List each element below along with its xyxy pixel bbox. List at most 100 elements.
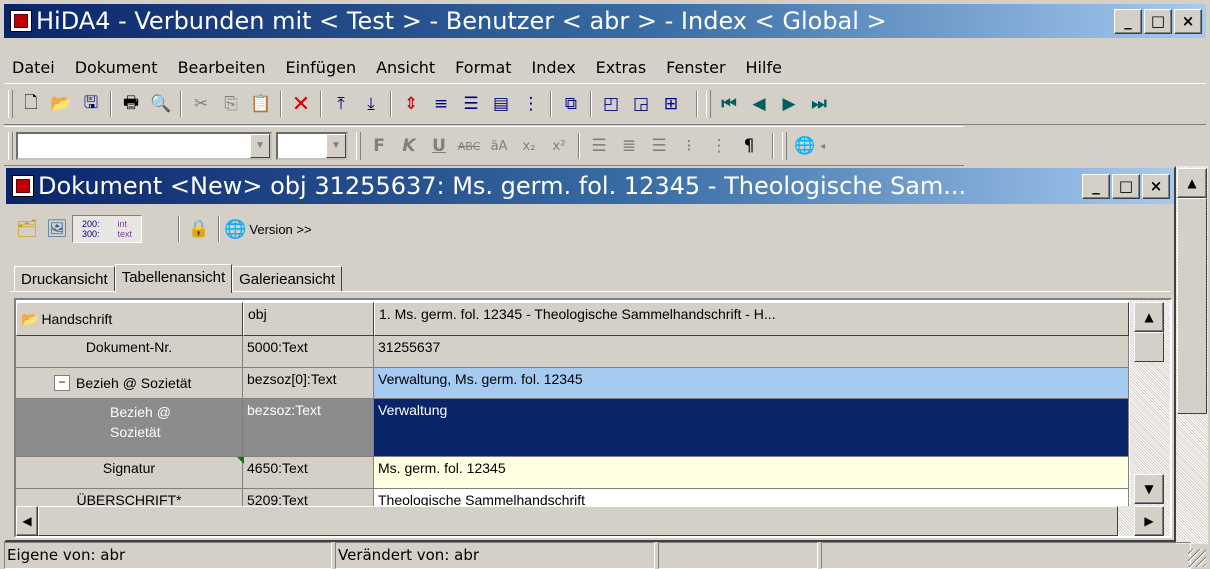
globe-icon[interactable]: 🌐: [790, 131, 820, 161]
bullets-icon[interactable]: ⁝: [674, 131, 704, 161]
align-icon[interactable]: ≡: [426, 89, 456, 119]
maximize-button[interactable]: □: [1144, 9, 1172, 34]
code-cell[interactable]: bezsoz:Text: [243, 399, 374, 457]
bold-icon[interactable]: F: [364, 131, 394, 161]
underline-icon[interactable]: U: [424, 131, 454, 161]
nav-last-icon[interactable]: ⏭: [804, 89, 834, 119]
value-cell[interactable]: 1. Ms. germ. fol. 12345 - Theologische S…: [374, 302, 1129, 336]
collapse-icon[interactable]: −: [54, 375, 70, 391]
toolbar-grip[interactable]: [8, 90, 13, 118]
menu-ansicht[interactable]: Ansicht: [366, 58, 445, 77]
justify-icon[interactable]: ▤: [486, 89, 516, 119]
table-row[interactable]: − Bezieh @ Sozietät bezsoz[0]:Text Verwa…: [16, 368, 1129, 399]
numbering-icon[interactable]: ⋮: [704, 131, 734, 161]
tree-root-cell[interactable]: 📂 Handschrift: [16, 302, 243, 336]
scroll-up-icon[interactable]: ▲: [1134, 302, 1164, 332]
workspace-vscroll-thumb[interactable]: [1177, 198, 1207, 414]
code-cell[interactable]: obj: [243, 302, 374, 336]
paste-icon[interactable]: 📋: [246, 89, 276, 119]
field-cell[interactable]: Signatur: [16, 457, 243, 489]
menu-index[interactable]: Index: [522, 58, 586, 77]
close-button[interactable]: ×: [1174, 9, 1202, 34]
cut-icon[interactable]: ✂: [186, 89, 216, 119]
list-icon[interactable]: ☰: [456, 89, 486, 119]
menu-extras[interactable]: Extras: [586, 58, 657, 77]
field-cell[interactable]: − Bezieh @ Sozietät: [16, 368, 243, 399]
menu-einfuegen[interactable]: Einfügen: [275, 58, 366, 77]
document-icon[interactable]: [12, 175, 34, 197]
window-icon[interactable]: ◰: [596, 89, 626, 119]
grid-hscroll-thumb[interactable]: [38, 506, 1118, 536]
tab-galerieansicht[interactable]: Galerieansicht: [232, 266, 342, 292]
menu-dokument[interactable]: Dokument: [65, 58, 168, 77]
italic-icon[interactable]: K: [394, 131, 424, 161]
superscript-icon[interactable]: x²: [544, 131, 574, 161]
grid-horizontal-scrollbar[interactable]: ◀ ▶: [16, 506, 1170, 536]
folder-tree-icon[interactable]: 🗂: [12, 214, 42, 244]
insert-below-icon[interactable]: ⤓: [356, 89, 386, 119]
resize-grip-icon[interactable]: [1188, 549, 1206, 567]
menu-bearbeiten[interactable]: Bearbeiten: [168, 58, 276, 77]
menu-format[interactable]: Format: [445, 58, 521, 77]
code-cell[interactable]: 4650:Text: [243, 457, 374, 489]
doc-minimize-button[interactable]: _: [1082, 174, 1110, 199]
table-row[interactable]: 📂 Handschrift obj 1. Ms. germ. fol. 1234…: [16, 302, 1129, 336]
font-combo[interactable]: ▼: [16, 132, 272, 160]
print-preview-icon[interactable]: 🔍: [146, 89, 176, 119]
value-cell[interactable]: Verwaltung, Ms. germ. fol. 12345: [374, 368, 1129, 399]
chevron-down-icon[interactable]: ▼: [250, 134, 270, 158]
hierarchy-icon[interactable]: ⊞: [656, 89, 686, 119]
value-cell[interactable]: 31255637: [374, 336, 1129, 368]
tab-druckansicht[interactable]: Druckansicht: [14, 266, 115, 292]
table-row[interactable]: Bezieh @ Sozietät bezsoz:Text Verwaltung: [16, 399, 1129, 457]
new-icon[interactable]: 🗋: [16, 89, 46, 119]
font-size-combo[interactable]: ▼: [276, 132, 348, 160]
lock-icon[interactable]: 🔒: [184, 214, 214, 244]
chevron-down-icon[interactable]: ▼: [326, 134, 346, 158]
numbers-view-toggle[interactable]: 200: 300: int text: [72, 215, 142, 243]
align-right-icon[interactable]: ☰: [644, 131, 674, 161]
tab-tabellenansicht[interactable]: Tabellenansicht: [114, 264, 233, 293]
align-center-icon[interactable]: ≣: [614, 131, 644, 161]
open-icon[interactable]: 📂: [46, 89, 76, 119]
app-title-bar[interactable]: HiDA4 - Verbunden mit < Test > - Benutze…: [4, 4, 1206, 38]
tree-icon[interactable]: ⧉: [556, 89, 586, 119]
menu-fenster[interactable]: Fenster: [656, 58, 735, 77]
hida-app-icon[interactable]: [10, 10, 32, 32]
table-row[interactable]: Dokument-Nr. 5000:Text 31255637: [16, 336, 1129, 368]
subscript-icon[interactable]: x₂: [514, 131, 544, 161]
scroll-down-icon[interactable]: ▼: [1134, 474, 1164, 504]
version-button[interactable]: 🌐 Version >>: [224, 219, 312, 240]
search-window-icon[interactable]: ◲: [626, 89, 656, 119]
delete-icon[interactable]: ✕: [286, 89, 316, 119]
paragraph-icon[interactable]: ¶: [734, 131, 764, 161]
code-cell[interactable]: 5000:Text: [243, 336, 374, 368]
menu-datei[interactable]: Datei: [2, 58, 65, 77]
print-icon[interactable]: 🖶: [116, 89, 146, 119]
table-row[interactable]: Signatur 4650:Text Ms. germ. fol. 12345: [16, 457, 1129, 489]
image-icon[interactable]: 🖼: [42, 214, 72, 244]
nav-next-icon[interactable]: ▶: [774, 89, 804, 119]
nav-first-icon[interactable]: ⏮: [714, 89, 744, 119]
value-cell[interactable]: Ms. germ. fol. 12345: [374, 457, 1129, 489]
insert-above-icon[interactable]: ⤒: [326, 89, 356, 119]
grid-vertical-scrollbar[interactable]: ▲ ▼: [1130, 300, 1170, 506]
nav-prev-icon[interactable]: ◀: [744, 89, 774, 119]
scroll-left-icon[interactable]: ◀: [16, 506, 38, 536]
scroll-right-icon[interactable]: ▶: [1134, 506, 1164, 536]
document-title-bar[interactable]: Dokument <New> obj 31255637: Ms. germ. f…: [6, 168, 1174, 204]
minimize-button[interactable]: _: [1114, 9, 1142, 34]
scroll-up-icon[interactable]: ▲: [1177, 168, 1207, 198]
copy-icon[interactable]: ⎘: [216, 89, 246, 119]
field-cell[interactable]: Bezieh @ Sozietät: [16, 399, 243, 457]
strike-icon[interactable]: ABC: [454, 131, 484, 161]
numbered-icon[interactable]: ⋮: [516, 89, 546, 119]
case-icon[interactable]: äA: [484, 131, 514, 161]
field-cell[interactable]: Dokument-Nr.: [16, 336, 243, 368]
overflow-chevron-icon[interactable]: ◂: [820, 141, 825, 152]
doc-close-button[interactable]: ×: [1142, 174, 1170, 199]
code-cell[interactable]: bezsoz[0]:Text: [243, 368, 374, 399]
save-icon[interactable]: 🖫: [76, 89, 106, 119]
menu-hilfe[interactable]: Hilfe: [736, 58, 792, 77]
value-cell[interactable]: Verwaltung: [374, 399, 1129, 457]
